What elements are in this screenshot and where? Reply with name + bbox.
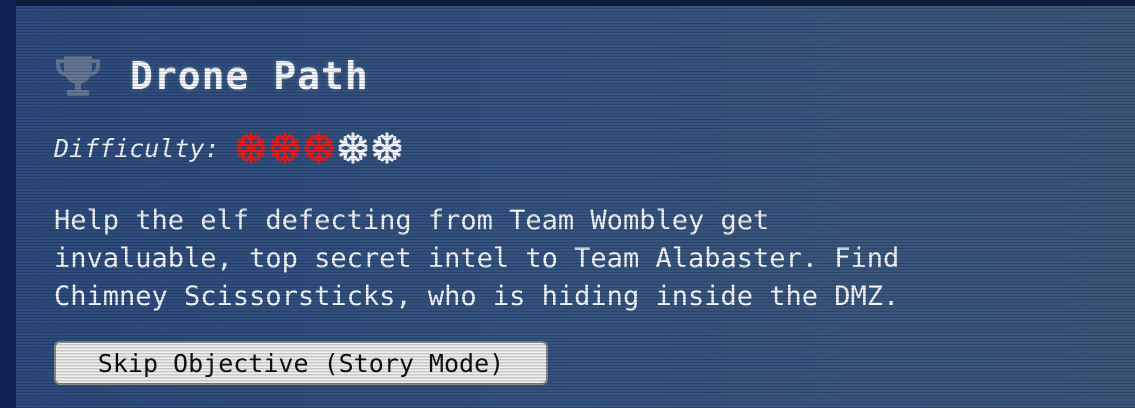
- snowflake-icon-empty: [372, 132, 402, 164]
- snowflake-icon-filled: [270, 132, 300, 164]
- objective-title: Drone Path: [130, 54, 369, 98]
- difficulty-label: Difficulty:: [54, 133, 220, 163]
- objective-description: Help the elf defecting from Team Wombley…: [54, 205, 900, 312]
- objective-window: Drone Path Difficulty: Help the elf defe…: [0, 0, 1135, 408]
- difficulty-rating: [234, 131, 404, 165]
- snowflake-icon-filled: [304, 132, 334, 164]
- snowflake-icon-empty: [338, 132, 368, 164]
- title-row: Drone Path: [52, 46, 369, 106]
- objective-panel: Drone Path Difficulty: Help the elf defe…: [16, 6, 1135, 408]
- trophy-icon: [56, 56, 100, 96]
- skip-objective-button[interactable]: Skip Objective (Story Mode): [54, 341, 548, 385]
- difficulty-row: Difficulty:: [54, 128, 404, 168]
- snowflake-icon-filled: [236, 132, 266, 164]
- left-border: [0, 0, 16, 408]
